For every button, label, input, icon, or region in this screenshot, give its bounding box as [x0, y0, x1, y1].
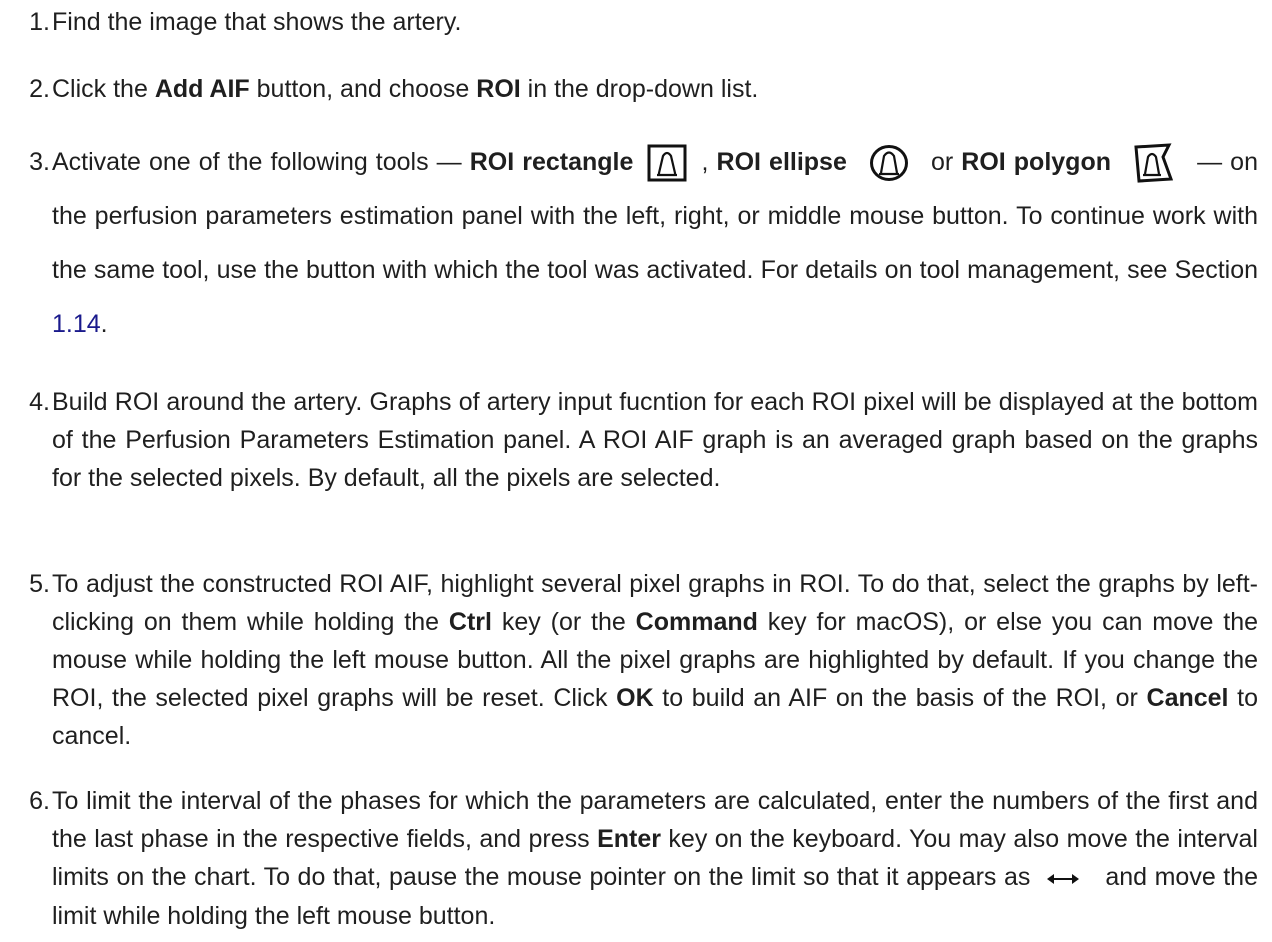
step-text: button, and choose	[249, 75, 477, 103]
bold-term-ctrl: Ctrl	[448, 608, 492, 636]
step-text: Build ROI around the artery. Graphs of a…	[52, 388, 1258, 492]
bold-term-ok: OK	[616, 684, 654, 712]
list-item-step-5: 5. To adjust the constructed ROI AIF, hi…	[14, 565, 1258, 755]
bold-term-command: Command	[635, 608, 758, 636]
list-item-step-3: 3. Activate one of the following tools —…	[14, 135, 1258, 351]
list-item-step-2: 2. Click the Add AIF button, and choose …	[14, 70, 1258, 108]
document-page: 1. Find the image that shows the artery.…	[0, 0, 1272, 942]
section-link[interactable]: 1.14	[52, 310, 101, 338]
roi-ellipse-icon	[869, 144, 909, 182]
step-number: 2.	[29, 75, 50, 103]
step-text: Find the image that shows the artery.	[52, 8, 462, 36]
step-text: ,	[693, 148, 717, 176]
roi-rectangle-icon	[647, 144, 687, 182]
bold-term-add-aif: Add AIF	[154, 75, 250, 103]
horizontal-resize-arrow-icon	[1046, 859, 1080, 897]
bold-term-roi-rectangle: ROI rectangle	[469, 148, 634, 176]
step-text: Click the	[52, 75, 155, 103]
step-number: 3.	[29, 148, 50, 176]
step-text: .	[100, 310, 108, 338]
step-text: Activate one of the following tools —	[52, 148, 470, 176]
bold-term-roi: ROI	[476, 75, 521, 103]
list-item-step-4: 4. Build ROI around the artery. Graphs o…	[14, 383, 1258, 497]
step-text: to build an AIF on the basis of the ROI,…	[653, 684, 1147, 712]
step-text: in the drop-down list.	[520, 75, 759, 103]
step-number: 5.	[29, 570, 50, 598]
bold-term-roi-ellipse: ROI ellipse	[716, 148, 847, 176]
step-number: 1.	[29, 8, 50, 36]
step-number: 4.	[29, 388, 50, 416]
roi-polygon-icon	[1133, 143, 1175, 183]
bold-term-enter: Enter	[597, 825, 661, 853]
step-text: key (or the	[491, 608, 636, 636]
step-text: or	[922, 148, 962, 176]
list-item-step-6: 6. To limit the interval of the phases f…	[14, 782, 1258, 935]
bold-term-cancel: Cancel	[1146, 684, 1229, 712]
bold-term-roi-polygon: ROI polygon	[961, 148, 1111, 176]
list-item-step-1: 1. Find the image that shows the artery.	[14, 3, 1258, 41]
step-number: 6.	[29, 787, 50, 815]
